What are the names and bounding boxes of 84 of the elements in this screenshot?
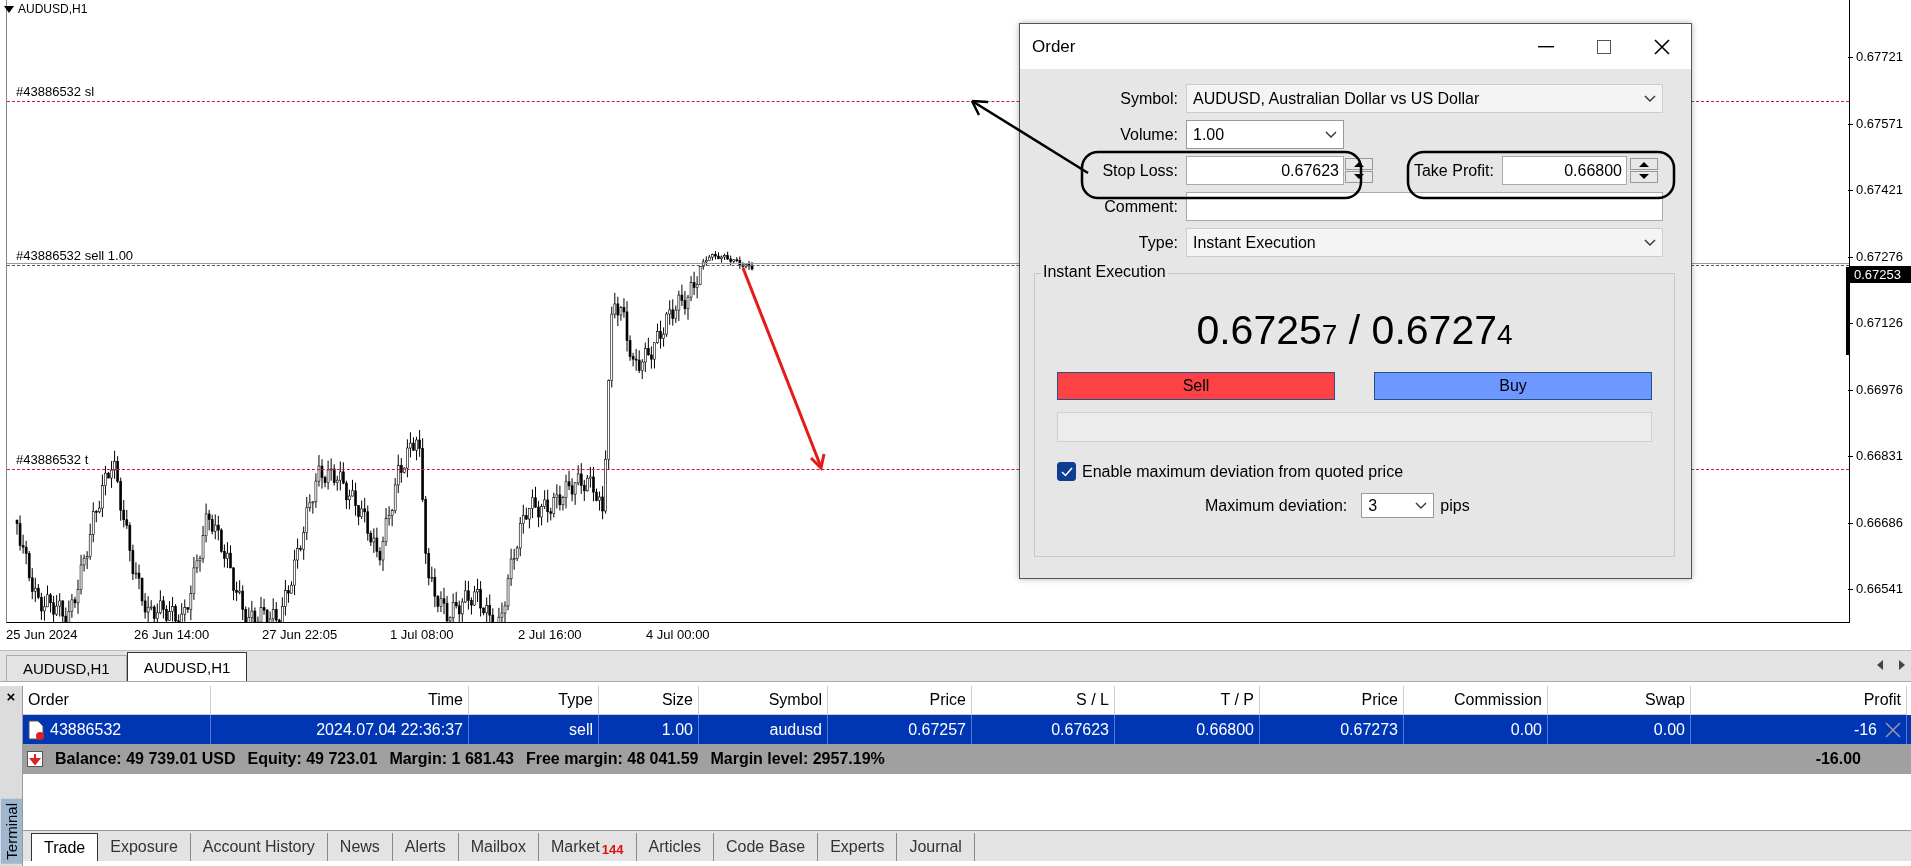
time-label: 26 Jun 14:00 [134,627,210,642]
close-button[interactable]: × [6,688,16,705]
sell-button[interactable]: Sell [1057,372,1335,400]
price-label: 0.67721 [1856,49,1903,64]
comment-field[interactable] [1186,192,1663,221]
field-label: Comment: [1103,197,1178,216]
price-label: 0.66686 [1856,514,1903,530]
unit-label: pips [1440,496,1470,515]
price-label: 0.66541 [1856,581,1903,596]
time-label: 25 Jun 2024 [6,627,78,642]
field-label: Take Profit: [1413,161,1494,180]
spin-up-icon[interactable] [1345,158,1373,170]
close-icon [1654,38,1670,55]
terminal-tab[interactable]: Terminal [0,799,22,864]
stop-loss-field[interactable]: 0.67623 [1186,156,1344,185]
spin-up-icon[interactable] [1630,158,1658,170]
document-icon [28,719,44,740]
price-label: 0.67421 [1856,182,1903,197]
level-label: #43886532 sell 1.00 [16,248,134,263]
arrow-down-icon [27,751,43,767]
table-cell: 0.67273 [1340,720,1398,739]
close-icon[interactable] [1885,721,1901,738]
price-label: 0.67276 [1856,248,1903,264]
order-row[interactable]: 43886532 2024.07.04 22:36:37 sell 1.00 audusd 0.67257 0.67623 0.66800 0.67273 0.00 0.00 -16 [23,715,1911,744]
count-label: 144 [601,842,624,857]
volume-combo[interactable]: 1.00 [1186,120,1344,149]
price-label: 0.66831 [1856,448,1903,463]
field-label: Maximum deviation: [1205,496,1348,515]
table-cell: 0.00 [1510,720,1542,739]
summary-text: Balance: 49 739.01 USD [55,750,236,768]
table-cell: 2024.07.04 22:36:37 [316,720,463,739]
terminal-tab[interactable]: Trade [31,833,99,861]
table-cell: 0.66800 [1196,720,1254,739]
spin-down-icon[interactable] [1630,171,1658,183]
price-label: 0.67126 [1856,315,1903,330]
field-label: Stop Loss: [1101,161,1178,180]
symbol-dropdown[interactable]: AUDUSD, Australian Dollar vs US Dollar [1186,84,1663,113]
chevron-down-icon [1415,502,1428,509]
table-cell: 0.67623 [1051,720,1109,739]
time-label: 2 Jul 16:00 [518,627,582,642]
maximize-icon [1597,39,1611,54]
take-profit-field[interactable]: 0.66800 [1502,156,1627,185]
deviation-dropdown[interactable]: 3 [1361,493,1435,518]
spin-down-icon[interactable] [1345,171,1373,183]
table-cell: 1.00 [661,720,693,739]
chevron-down-icon [1325,131,1337,138]
field-label: Symbol: [1119,89,1178,108]
chevron-down-icon [1644,239,1656,246]
price-label: 0.66976 [1856,381,1903,397]
field-label: Volume: [1119,125,1178,144]
field-label: Type: [1137,233,1178,252]
summary-profit: -16.00 [1815,750,1861,768]
quote-text: 0.67257 / 0.67274 [1195,307,1514,355]
dropdown-icon[interactable] [4,5,14,13]
table-cell: audusd [769,720,822,739]
check-icon [1060,466,1073,477]
chart-title: AUDUSD,H1 [18,2,88,16]
scroll-left-icon[interactable] [1877,660,1883,670]
time-label: 4 Jul 00:00 [646,627,710,642]
minimize-icon [1538,45,1554,48]
summary-text: Margin level: 2957.19% [710,750,885,768]
chart-tab[interactable]: AUDUSD,H1 [6,655,127,681]
summary-text: Free margin: 48 041.59 [525,750,699,768]
checkbox-label: Enable maximum deviation from quoted price [1082,462,1404,481]
current-price-label: 0.67253 [1849,266,1911,283]
dialog-title: Order [1032,36,1077,57]
chart-tab[interactable]: AUDUSD,H1 [126,652,248,681]
price-label: 0.67571 [1856,115,1903,131]
table-cell: -16 [1853,720,1877,739]
buy-button[interactable]: Buy [1374,372,1652,400]
type-dropdown[interactable]: Instant Execution [1186,228,1663,257]
table-cell: 43886532 [50,720,122,739]
table-cell: 0.00 [1653,720,1685,739]
level-label: #43886532 t [16,452,89,467]
summary-text: Equity: 49 723.01 [247,750,378,768]
table-cell: 0.67257 [908,720,966,739]
level-label: #43886532 sl [16,84,95,99]
table-cell: sell [569,720,593,739]
time-label: 27 Jun 22:05 [262,627,338,642]
chevron-down-icon [1644,95,1656,102]
summary-text: Margin: 1 681.43 [389,750,514,768]
scroll-right-icon[interactable] [1899,660,1905,670]
time-label: 1 Jul 08:00 [390,627,454,642]
checkbox[interactable] [1057,462,1076,481]
